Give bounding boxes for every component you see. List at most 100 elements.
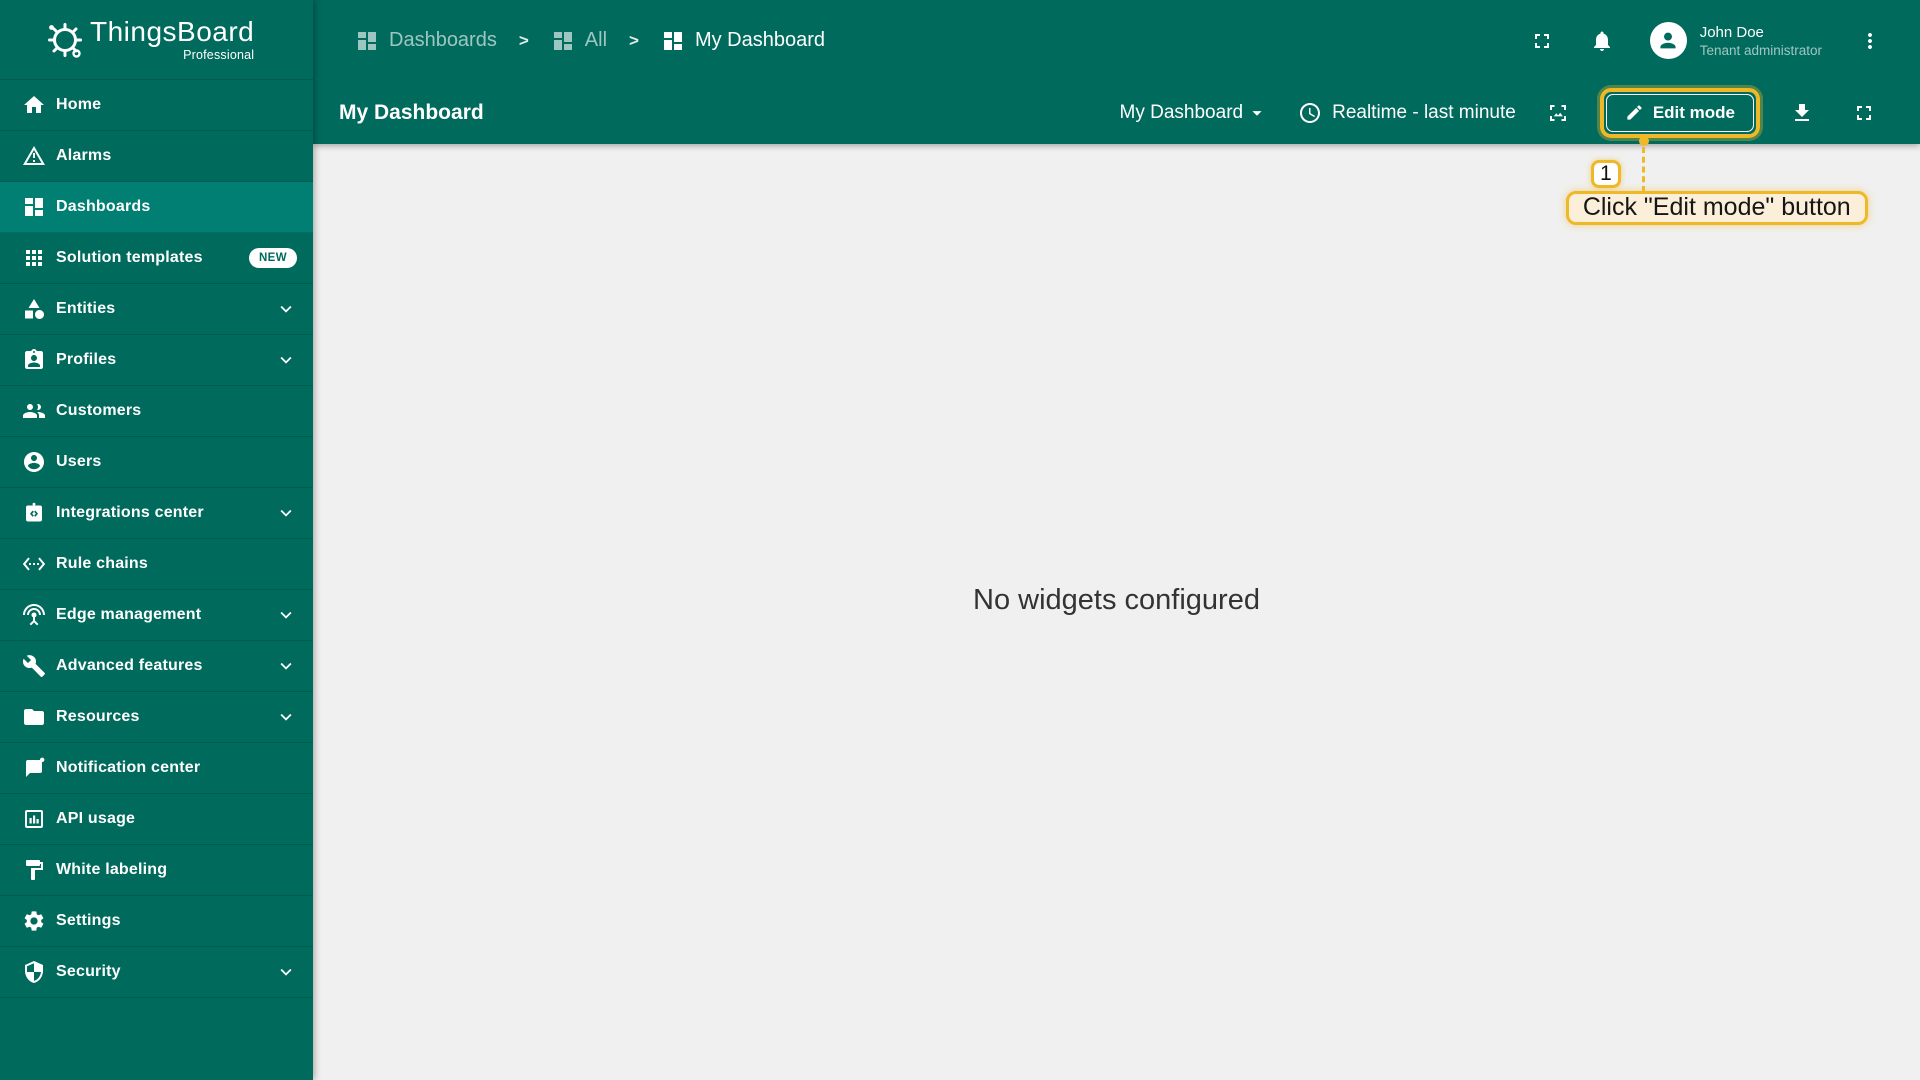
breadcrumb-my-dashboard[interactable]: My Dashboard — [661, 29, 825, 53]
avatar — [1649, 22, 1687, 59]
sidebar-item-white-labeling[interactable]: White labeling — [0, 845, 313, 896]
sidebar-nav: Home Alarms Dashboards Solution template… — [0, 80, 313, 1080]
more-vert-icon — [1868, 32, 1872, 49]
paint-roller-icon — [22, 858, 46, 882]
breadcrumb-separator: > — [629, 30, 639, 50]
sidebar-item-security[interactable]: Security — [0, 947, 313, 998]
sidebar-item-edge-management[interactable]: Edge management — [0, 590, 313, 641]
sidebar-item-rule-chains[interactable]: Rule chains — [0, 539, 313, 590]
download-icon — [1795, 103, 1809, 121]
sidebar-item-label: Edge management — [56, 606, 202, 623]
notifications-button[interactable] — [1590, 29, 1614, 53]
sidebar-item-label: Alarms — [56, 147, 112, 164]
sidebar-item-label: Integrations center — [56, 504, 204, 521]
users-account-icon — [22, 450, 46, 474]
top-bar-actions: John Doe Tenant administrator — [1530, 22, 1882, 59]
sidebar-item-label: Rule chains — [56, 555, 149, 572]
sidebar-item-profiles[interactable]: Profiles — [0, 335, 313, 386]
app-root: ThingsBoard Professional Home Alarms Das… — [0, 0, 1920, 1080]
breadcrumb-all[interactable]: All — [551, 29, 607, 53]
sidebar-item-label: Home — [56, 96, 102, 113]
customers-people-icon — [22, 399, 46, 423]
main-column: Dashboards > All > My Dashboard John Doe… — [313, 0, 1920, 1080]
annotation-connector-dot — [1638, 135, 1649, 146]
user-name: John Doe — [1699, 23, 1764, 41]
dashboard-select-value: My Dashboard — [1119, 101, 1244, 123]
sidebar-item-label: API usage — [56, 810, 136, 827]
fullscreen-icon — [1534, 33, 1549, 48]
caret-down-icon — [1252, 110, 1262, 116]
sidebar-item-api-usage[interactable]: API usage — [0, 794, 313, 845]
edit-mode-label: Edit mode — [1652, 102, 1735, 122]
annotation-tooltip: Click "Edit mode" button — [1565, 190, 1868, 225]
clock-icon — [1300, 102, 1321, 123]
new-badge: NEW — [248, 248, 297, 268]
empty-state-message: No widgets configured — [973, 583, 1260, 616]
dashboard-select[interactable]: My Dashboard — [1120, 102, 1269, 124]
timewindow-button[interactable]: Realtime - last minute — [1298, 101, 1516, 125]
screenshot-button[interactable] — [1546, 101, 1570, 125]
sidebar-item-advanced-features[interactable]: Advanced features — [0, 641, 313, 692]
download-button[interactable] — [1790, 101, 1814, 125]
sidebar-item-customers[interactable]: Customers — [0, 386, 313, 437]
pencil-icon — [1627, 105, 1642, 120]
sidebar-item-notification-center[interactable]: Notification center — [0, 743, 313, 794]
app-edition: Professional — [183, 48, 255, 63]
sidebar-item-settings[interactable]: Settings — [0, 896, 313, 947]
dashboards-icon — [22, 195, 46, 219]
sidebar-item-label: Profiles — [56, 351, 117, 368]
sidebar-item-label: Advanced features — [56, 657, 203, 674]
breadcrumb-label: My Dashboard — [694, 29, 826, 51]
dashboards-icon — [663, 31, 682, 50]
expand-dashboard-button[interactable] — [1852, 101, 1876, 125]
sidebar-item-label: Settings — [56, 912, 121, 929]
breadcrumb-separator: > — [518, 30, 529, 50]
sidebar-item-label: Users — [56, 453, 102, 470]
sidebar-item-label: Security — [56, 963, 121, 980]
breadcrumb-dashboards[interactable]: Dashboards — [355, 29, 497, 53]
fullscreen-button[interactable] — [1530, 29, 1554, 53]
edit-mode-button[interactable]: Edit mode — [1605, 93, 1754, 132]
user-menu[interactable]: John Doe Tenant administrator — [1649, 22, 1822, 59]
sidebar-item-label: White labeling — [56, 861, 168, 878]
top-bar: Dashboards > All > My Dashboard John Doe… — [313, 0, 1920, 81]
app-logo[interactable]: ThingsBoard Professional — [0, 0, 313, 80]
solution-templates-grid-icon — [22, 246, 46, 270]
bell-icon — [1593, 31, 1610, 51]
entities-shapes-icon — [22, 297, 46, 321]
more-menu-button[interactable] — [1858, 29, 1882, 53]
chevron-down-icon — [275, 349, 297, 371]
chevron-down-icon — [275, 655, 297, 677]
alarm-warning-icon — [22, 144, 46, 168]
chevron-down-icon — [275, 502, 297, 524]
chevron-down-icon — [275, 961, 297, 983]
thingsboard-gear-logo-icon — [44, 20, 84, 60]
breadcrumb-label: All — [584, 29, 608, 51]
page-title: My Dashboard — [339, 100, 484, 124]
logo-text: ThingsBoard Professional — [90, 16, 255, 63]
api-usage-chart-icon — [22, 807, 46, 831]
sidebar-item-resources[interactable]: Resources — [0, 692, 313, 743]
header-band: Dashboards > All > My Dashboard John Doe… — [313, 0, 1920, 225]
profiles-badge-icon — [22, 348, 46, 372]
rule-chains-icon — [22, 552, 46, 576]
sidebar-item-users[interactable]: Users — [0, 437, 313, 488]
fullscreen-icon — [1857, 105, 1871, 120]
gear-icon — [22, 909, 46, 933]
user-text: John Doe Tenant administrator — [1700, 23, 1822, 58]
sidebar-item-label: Resources — [56, 708, 140, 725]
user-role: Tenant administrator — [1699, 43, 1822, 59]
integrations-icon — [22, 501, 46, 525]
sidebar-item-dashboards[interactable]: Dashboards — [0, 182, 313, 233]
sidebar-item-label: Dashboards — [56, 198, 151, 215]
dashboards-icon — [553, 31, 572, 50]
sidebar-item-home[interactable]: Home — [0, 80, 313, 131]
sidebar-item-entities[interactable]: Entities — [0, 284, 313, 335]
annotation-highlight-ring: Edit mode 1 Click "Edit mode" button — [1565, 87, 1868, 225]
chevron-down-icon — [275, 604, 297, 626]
sidebar-item-integrations-center[interactable]: Integrations center — [0, 488, 313, 539]
sidebar-item-alarms[interactable]: Alarms — [0, 131, 313, 182]
breadcrumb-label: Dashboards — [389, 29, 497, 51]
sidebar-item-solution-templates[interactable]: Solution templates NEW — [0, 233, 313, 284]
annotation-connector-line — [1641, 146, 1645, 192]
